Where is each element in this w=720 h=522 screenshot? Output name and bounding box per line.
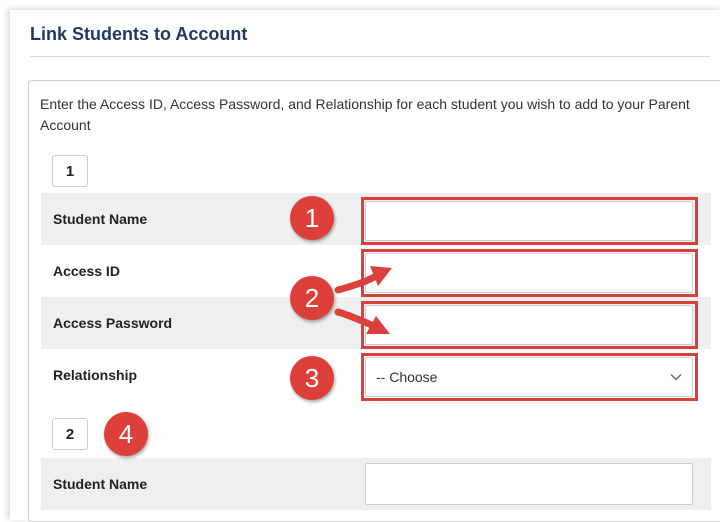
title-divider	[30, 56, 710, 57]
student-number-2: 2	[52, 418, 88, 450]
annotation-badge-4: 4	[104, 412, 148, 456]
relationship-selected-value: -- Choose	[376, 369, 438, 385]
student-name-label: Student Name	[53, 476, 148, 492]
page-title: Link Students to Account	[30, 24, 248, 44]
access-password-label: Access Password	[53, 315, 173, 331]
student-1-name-input[interactable]	[365, 201, 693, 241]
instructions-text: Enter the Access ID, Access Password, an…	[40, 96, 690, 133]
access-id-label: Access ID	[53, 263, 120, 279]
student-1-relationship-select[interactable]: -- Choose	[365, 357, 693, 397]
student-2-name-input[interactable]	[365, 463, 693, 505]
student-name-label: Student Name	[53, 211, 148, 227]
arrow-right-icon	[334, 308, 390, 334]
annotation-badge-2: 2	[290, 276, 334, 320]
chevron-down-icon	[670, 374, 682, 381]
relationship-label: Relationship	[53, 367, 138, 383]
annotation-badge-3: 3	[290, 356, 334, 400]
annotation-badge-1: 1	[290, 196, 334, 240]
arrow-right-icon	[334, 266, 392, 294]
student-number-1: 1	[52, 155, 88, 187]
student-1-access-password-input[interactable]	[365, 305, 693, 345]
student-1-access-id-input[interactable]	[365, 253, 693, 293]
